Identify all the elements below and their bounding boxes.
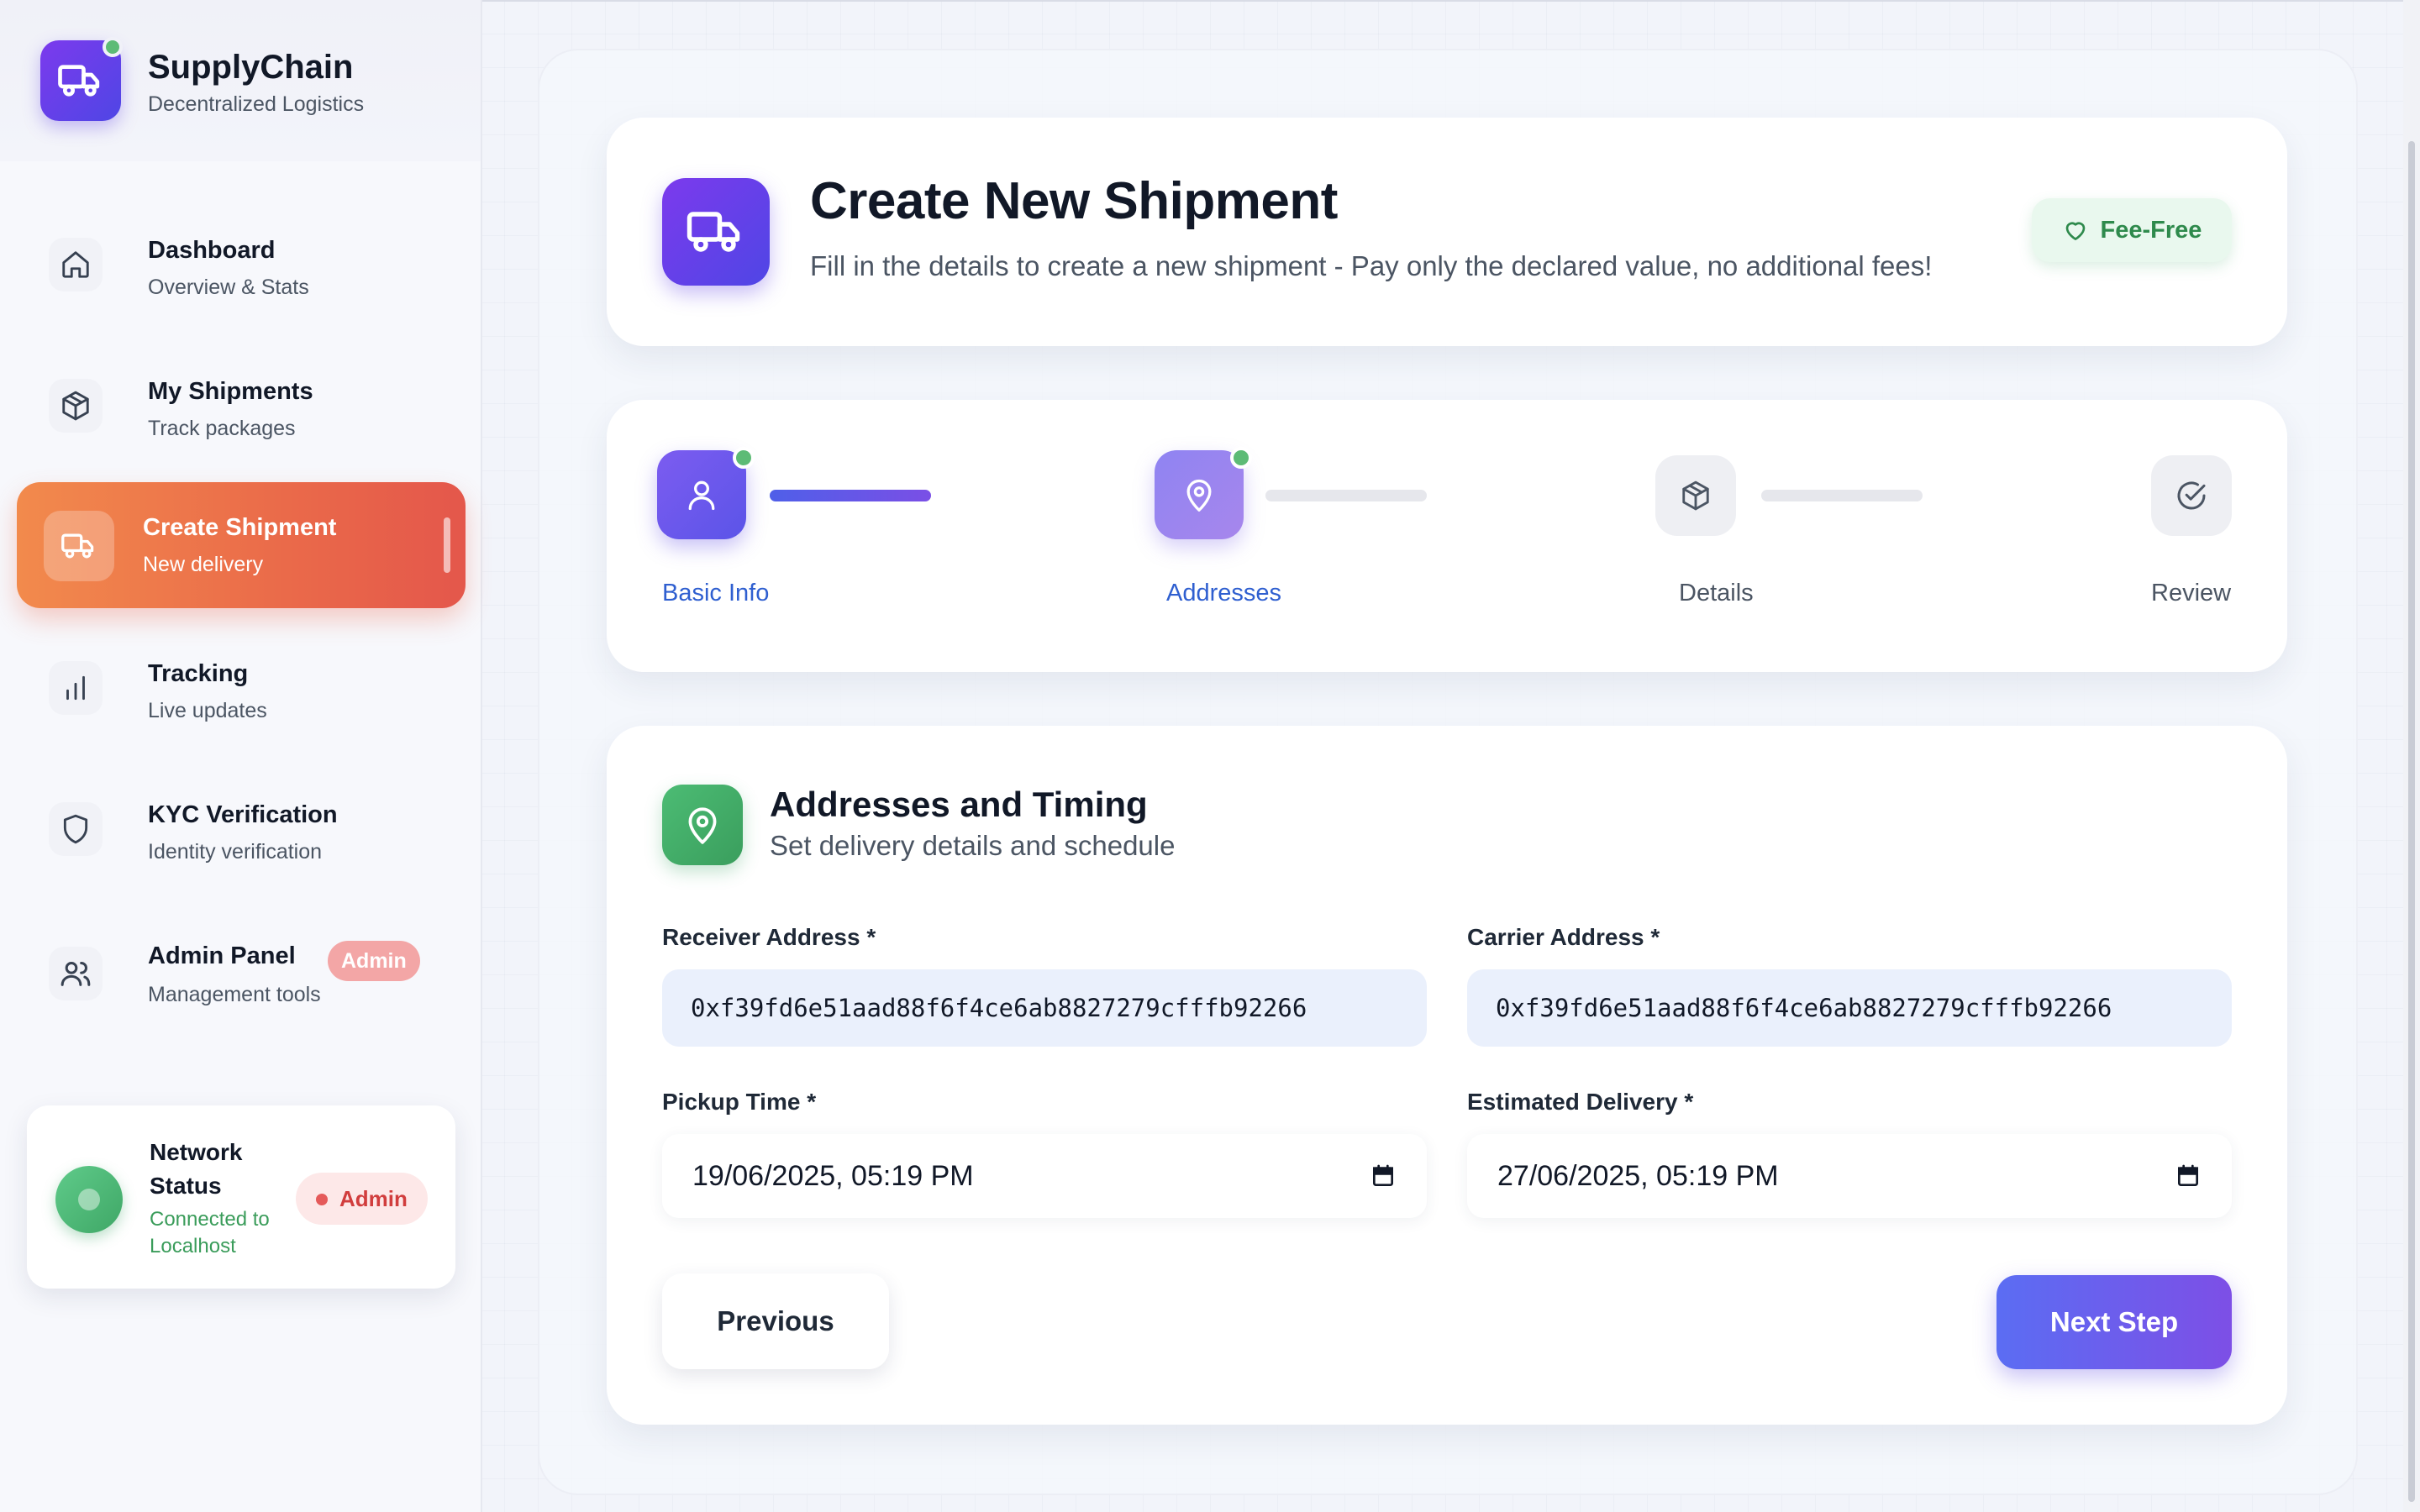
step-complete-indicator <box>1230 447 1252 469</box>
sidebar-item-kyc-verification[interactable]: KYC Verification Identity verification <box>17 766 466 892</box>
pickup-time-label: Pickup Time * <box>662 1089 817 1115</box>
network-status-card: Network Status Connected to Localhost Ad… <box>27 1105 455 1289</box>
home-icon <box>49 238 103 291</box>
section-title: Addresses and Timing <box>770 785 1148 824</box>
sidebar-item-title: Admin Panel <box>148 942 296 969</box>
sidebar-item-create-shipment[interactable]: Create Shipment New delivery <box>17 482 466 608</box>
sidebar-item-subtitle: Live updates <box>148 699 267 722</box>
online-indicator <box>103 37 123 57</box>
network-status-icon <box>55 1166 123 1233</box>
admin-badge: Admin <box>328 941 420 981</box>
step-label: Details <box>1679 580 1754 606</box>
stepper-card: Basic Info Addresses Details Review <box>607 400 2287 672</box>
sidebar-item-subtitle: New delivery <box>143 553 264 576</box>
page-header-card: Create New Shipment Fill in the details … <box>607 118 2287 346</box>
bar-chart-icon <box>49 661 103 715</box>
check-circle-icon <box>2177 481 2206 510</box>
section-subtitle: Set delivery details and schedule <box>770 830 1176 861</box>
carrier-address-input[interactable]: 0xf39fd6e51aad88f6f4ce6ab8827279cfffb922… <box>1467 969 2232 1047</box>
map-pin-icon <box>662 785 743 865</box>
brand-header: SupplyChain Decentralized Logistics <box>0 0 481 161</box>
address-form-card: Addresses and Timing Set delivery detail… <box>607 726 2287 1425</box>
carrier-address-label: Carrier Address * <box>1467 924 1660 950</box>
step-progress-line <box>1265 490 1427 501</box>
truck-icon <box>662 178 770 286</box>
step-progress-line <box>770 490 931 501</box>
pickup-time-value: 19/06/2025, 05:19 PM <box>692 1159 974 1192</box>
sidebar-item-dashboard[interactable]: Dashboard Overview & Stats <box>17 202 466 328</box>
step-basic-info[interactable] <box>657 450 746 539</box>
sidebar-item-my-shipments[interactable]: My Shipments Track packages <box>17 343 466 469</box>
scrollbar-thumb[interactable] <box>2408 141 2415 1502</box>
sidebar-item-title: Tracking <box>148 660 249 687</box>
shield-icon <box>49 802 103 856</box>
users-icon <box>49 947 103 1000</box>
page-subtitle: Fill in the details to create a new ship… <box>810 250 1933 281</box>
network-role-badge: Admin <box>296 1173 428 1225</box>
step-label: Review <box>2151 580 2232 606</box>
sidebar-item-subtitle: Track packages <box>148 417 296 440</box>
step-progress-line <box>1761 490 1923 501</box>
package-icon <box>1682 480 1709 511</box>
sidebar-item-title: Create Shipment <box>143 514 337 541</box>
sidebar-item-subtitle: Overview & Stats <box>148 276 309 299</box>
truck-icon <box>44 511 114 581</box>
fee-free-label: Fee-Free <box>2100 216 2202 244</box>
network-role-label: Admin <box>339 1186 408 1211</box>
estimated-delivery-input[interactable]: 27/06/2025, 05:19 PM <box>1467 1134 2232 1218</box>
status-dot-icon <box>316 1194 328 1205</box>
package-icon <box>49 379 103 433</box>
page-title: Create New Shipment <box>810 172 1338 230</box>
estimated-delivery-value: 27/06/2025, 05:19 PM <box>1497 1159 1779 1192</box>
network-status-text: Connected to Localhost <box>150 1208 270 1257</box>
sidebar-item-subtitle: Management tools <box>148 983 321 1006</box>
next-step-button[interactable]: Next Step <box>1996 1275 2232 1369</box>
active-indicator <box>444 517 450 573</box>
calendar-icon[interactable] <box>1370 1163 1397 1189</box>
sidebar: SupplyChain Decentralized Logistics Dash… <box>0 0 482 1512</box>
heart-icon <box>2065 222 2085 240</box>
step-review[interactable] <box>2151 455 2232 536</box>
estimated-delivery-label: Estimated Delivery * <box>1467 1089 1694 1115</box>
network-status-title: Network Status <box>150 1139 243 1199</box>
calendar-icon[interactable] <box>2175 1163 2202 1189</box>
step-complete-indicator <box>733 447 755 469</box>
fee-free-badge: Fee-Free <box>2032 198 2232 262</box>
brand-subtitle: Decentralized Logistics <box>148 92 365 116</box>
step-label: Basic Info <box>662 580 770 606</box>
step-details[interactable] <box>1655 455 1736 536</box>
step-label: Addresses <box>1166 580 1282 606</box>
sidebar-item-title: My Shipments <box>148 378 313 405</box>
pickup-time-input[interactable]: 19/06/2025, 05:19 PM <box>662 1134 1427 1218</box>
sidebar-item-title: Dashboard <box>148 237 276 264</box>
step-addresses[interactable] <box>1155 450 1244 539</box>
receiver-address-label: Receiver Address * <box>662 924 876 950</box>
map-pin-icon <box>1186 479 1212 512</box>
sidebar-item-title: KYC Verification <box>148 801 338 828</box>
receiver-address-input[interactable]: 0xf39fd6e51aad88f6f4ce6ab8827279cfffb922… <box>662 969 1427 1047</box>
sidebar-item-admin-panel[interactable]: Admin Panel Admin Management tools <box>17 911 466 1037</box>
user-icon <box>688 480 715 511</box>
sidebar-item-subtitle: Identity verification <box>148 840 323 864</box>
brand-title: SupplyChain <box>148 49 354 86</box>
previous-button[interactable]: Previous <box>662 1273 889 1369</box>
sidebar-item-tracking[interactable]: Tracking Live updates <box>17 625 466 751</box>
